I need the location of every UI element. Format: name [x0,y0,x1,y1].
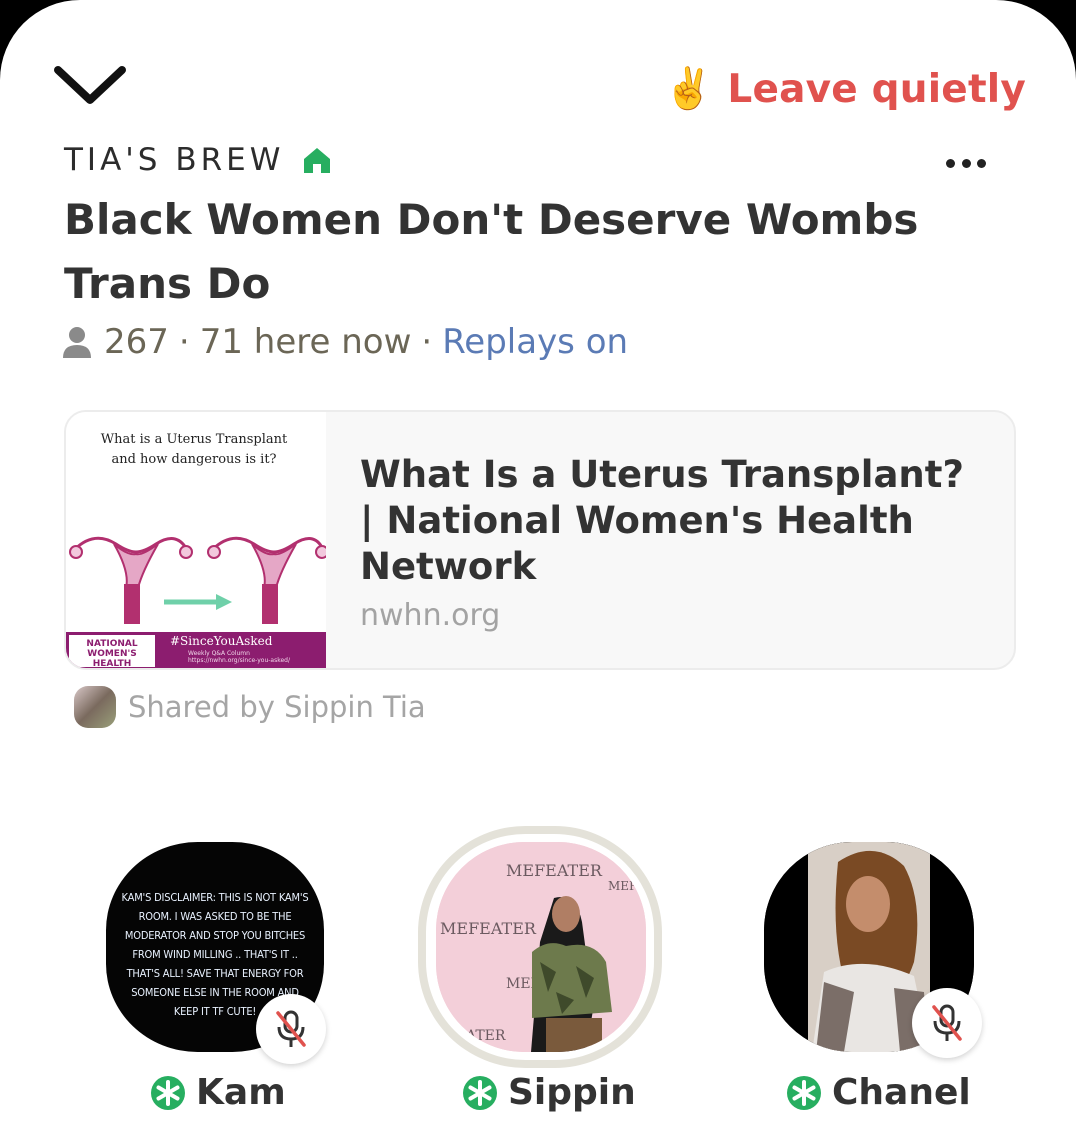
room-stats: 267 · 71 here now · Replays on [62,322,628,362]
thumbnail-subtag: Weekly Q&A Column https://nwhn.org/since… [188,650,291,664]
speaker-name-label: Kam [196,1072,286,1113]
house-icon [304,148,331,173]
avatar [74,686,116,728]
svg-text:MEFEATER: MEFEATER [506,861,603,880]
link-thumbnail: What is a Uterus Transplant and how dang… [66,412,326,668]
shared-by-label: Shared by Sippin Tia [128,690,426,724]
thumbnail-tag: #SinceYouAsked [170,634,273,648]
moderator-badge-icon [151,1075,185,1110]
mic-off-icon [912,988,982,1058]
more-options-icon[interactable] [946,148,986,178]
thumbnail-caption: What is a Uterus Transplant and how dang… [100,432,288,467]
speaker-name-label: Chanel [832,1072,971,1113]
separator-dot: · [421,322,433,362]
link-domain: nwhn.org [360,598,501,633]
svg-text:MEFEATER: MEFEATER [440,919,537,938]
thumbnail-footer: NATIONAL WOMEN'S HEALTH NETWORK #SinceYo… [66,632,326,668]
speaker-name-kam[interactable]: Kam [150,1072,286,1113]
moderator-badge-icon [463,1075,497,1110]
mic-off-icon [256,994,326,1064]
leave-quietly-label: Leave quietly [727,66,1026,112]
moderator-badge-icon [787,1075,821,1110]
link-title: What Is a Uterus Transplant? | National … [360,453,964,588]
shared-by: Shared by Sippin Tia [74,686,426,728]
here-now-count: 71 here now [199,322,412,362]
speaker-name-chanel[interactable]: Chanel [786,1072,971,1113]
thumbnail-org: NATIONAL WOMEN'S HEALTH NETWORK [66,632,158,668]
room-title: Black Women Don't Deserve Wombs Trans Do [64,195,919,308]
peace-hand-icon: ✌️ [663,66,714,112]
listener-count: 267 [104,322,169,362]
club-name: TIA'S BREW [64,142,285,178]
uterus-illustration [69,536,326,624]
speaker-name-label: Sippin [508,1072,636,1113]
club-link[interactable]: TIA'S BREW [64,142,332,178]
replays-status[interactable]: Replays on [442,322,628,362]
speaker-name-sippin[interactable]: Sippin [462,1072,636,1113]
speaker-avatar-sippin[interactable]: MEFEATER MEFE MEFEATER MEFE ATER [436,842,646,1052]
leave-quietly-button[interactable]: ✌️ Leave quietly [664,64,1026,114]
person-icon [63,327,91,358]
chevron-down-icon[interactable] [50,58,130,108]
shared-link-card[interactable]: What is a Uterus Transplant and how dang… [64,410,1016,670]
separator-dot: · [178,322,190,362]
room-sheet: ✌️ Leave quietly TIA'S BREW Black Women … [0,0,1076,1128]
